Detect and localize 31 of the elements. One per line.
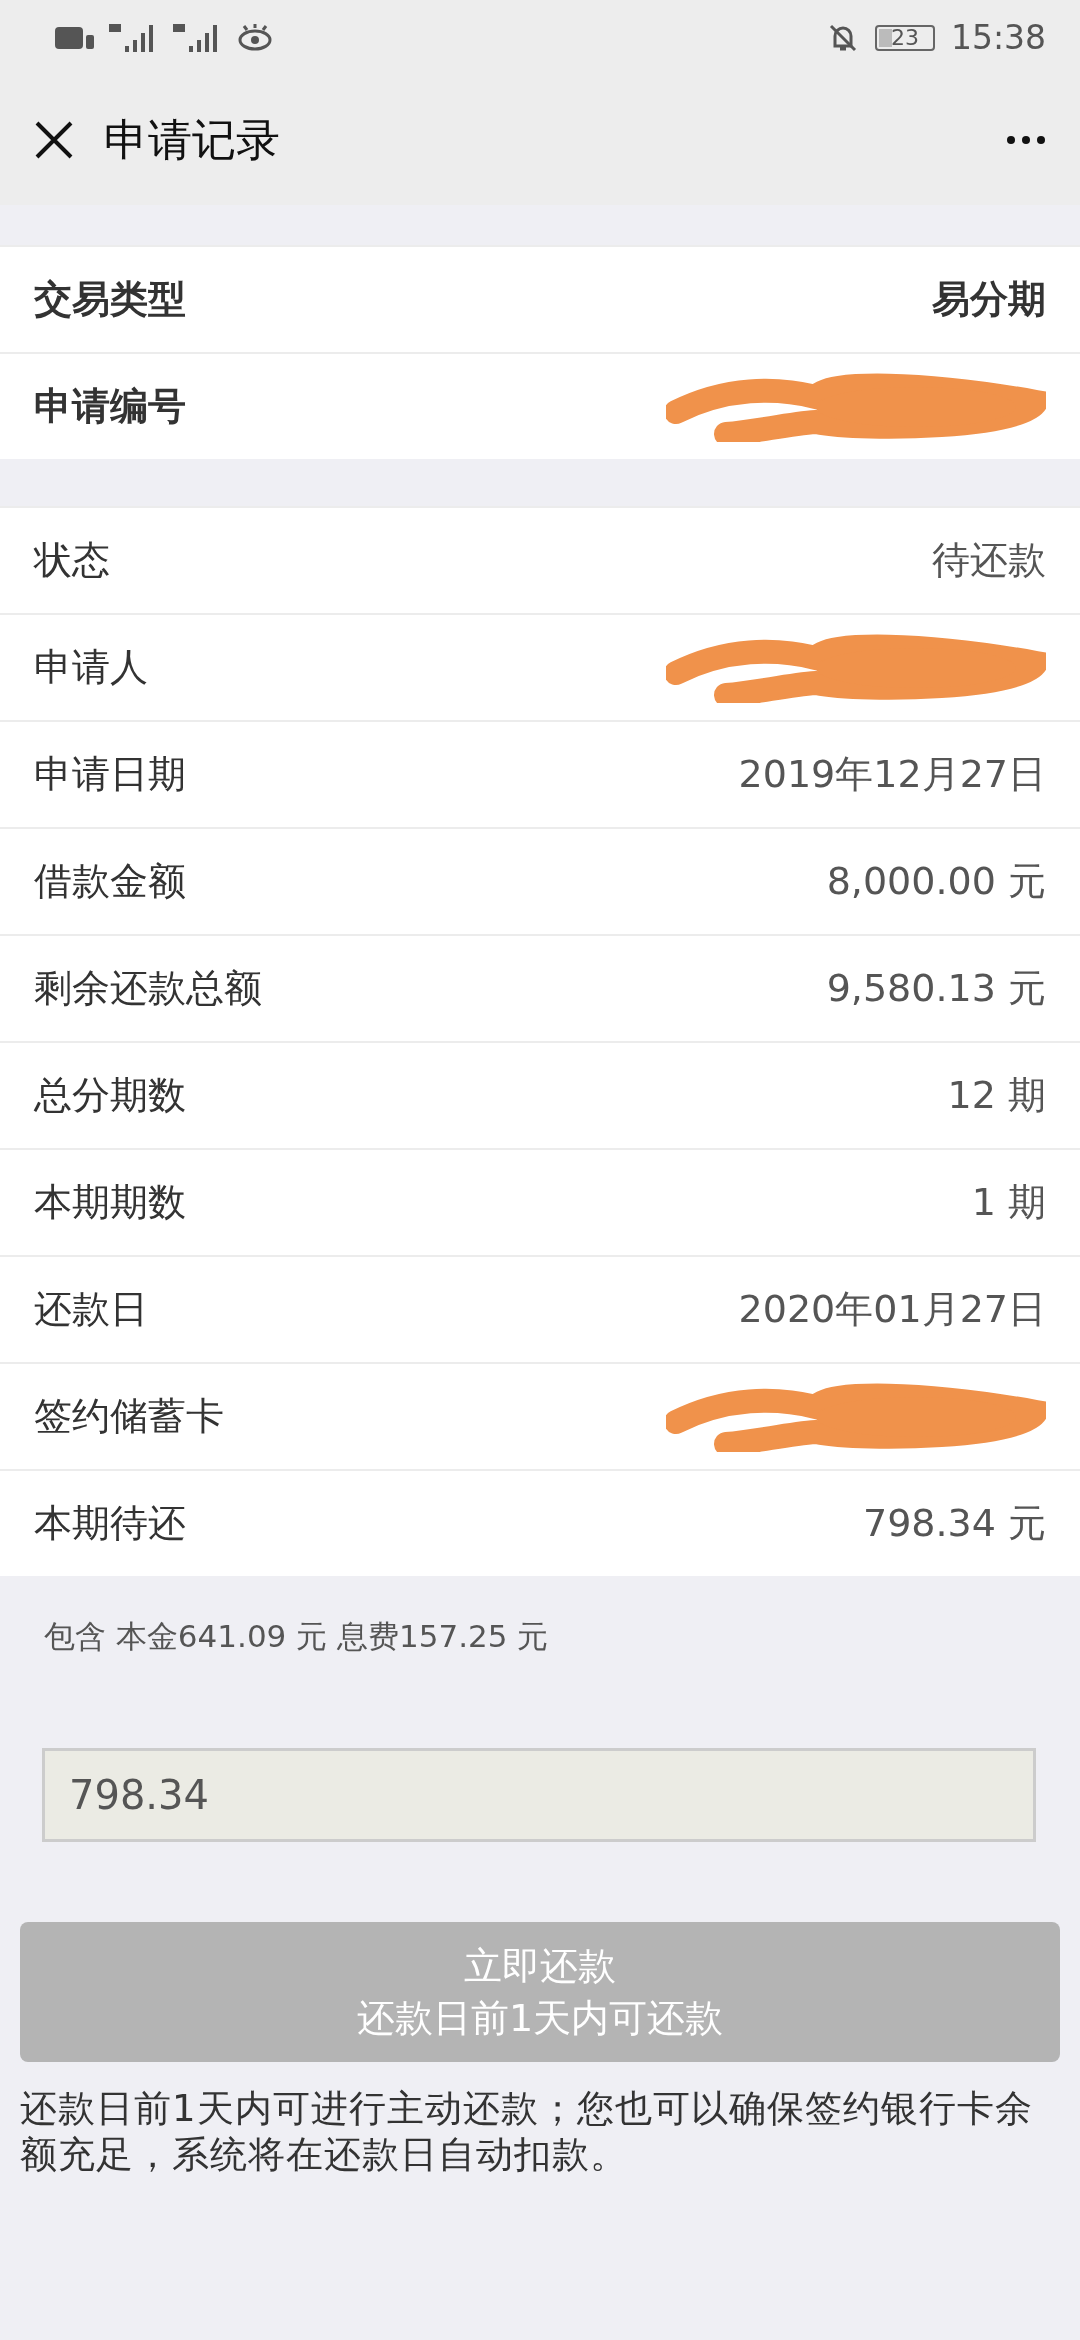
hd-icon xyxy=(55,24,95,51)
clock: 15:38 xyxy=(950,18,1046,57)
notice-text: 还款日前1天内可进行主动还款；您也可以确保签约银行卡余额充足，系统将在还款日自动扣款。 xyxy=(20,2086,1034,2178)
page-title: 申请记录 xyxy=(104,112,281,167)
field-value: 1 期 xyxy=(971,1179,1046,1226)
field-value: 2020年01月27日 xyxy=(738,1286,1046,1333)
field-label: 状态 xyxy=(34,537,110,584)
field-label: 交易类型 xyxy=(34,276,186,323)
field-value: 8,000.00 元 xyxy=(826,858,1046,905)
field-value: 12 期 xyxy=(947,1072,1046,1119)
breakdown-text: 包含 本金641.09 元 息费157.25 元 xyxy=(44,1617,550,1656)
field-label: 签约储蓄卡 xyxy=(34,1393,224,1440)
field-label: 借款金额 xyxy=(34,858,186,905)
more-button[interactable] xyxy=(1006,135,1046,145)
field-label: 申请日期 xyxy=(34,751,186,798)
field-value: 2019年12月27日 xyxy=(738,751,1046,798)
battery-icon: 23 xyxy=(874,24,935,51)
close-button[interactable] xyxy=(34,120,74,160)
field-label: 申请人 xyxy=(34,644,148,691)
field-value: 9,580.13 元 xyxy=(826,965,1046,1012)
field-value: 798.34 元 xyxy=(862,1500,1046,1547)
field-label: 还款日 xyxy=(34,1286,148,1333)
amount-field[interactable]: 798.34 xyxy=(42,1748,1036,1842)
field-label: 总分期数 xyxy=(34,1072,186,1119)
eye-icon xyxy=(237,23,273,52)
field-label: 申请编号 xyxy=(34,383,186,430)
field-label: 本期待还 xyxy=(34,1500,186,1547)
field-value: 易分期 xyxy=(932,276,1046,323)
field-label: 剩余还款总额 xyxy=(34,965,262,1012)
field-label: 本期期数 xyxy=(34,1179,186,1226)
field-value: 待还款 xyxy=(932,537,1046,584)
